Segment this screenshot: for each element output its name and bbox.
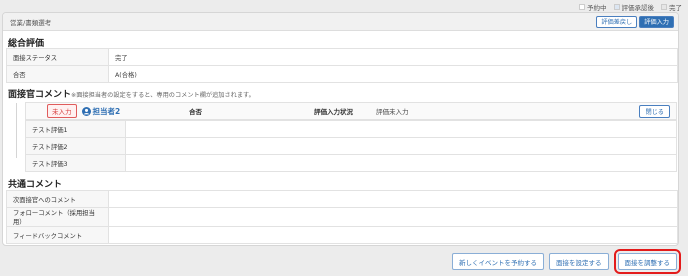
row-value xyxy=(108,207,678,227)
legend-swatch xyxy=(579,4,585,10)
row-value xyxy=(108,226,678,244)
panel-title: 営業/書類選考 xyxy=(10,18,52,27)
row-value: A(合格) xyxy=(108,65,678,83)
panel-header: 営業/書類選考 評価差戻し 評価入力 xyxy=(3,13,678,31)
evaluation-status-value: 評価未入力 xyxy=(376,108,409,116)
common-comment-title: 共通コメント xyxy=(8,180,63,190)
row-value xyxy=(108,190,678,208)
legend-label: 完了 xyxy=(669,4,682,12)
row-label: 面接ステータス xyxy=(6,48,109,66)
adjust-interview-button[interactable]: 面接を調整する xyxy=(613,249,681,274)
row-label: フィードバックコメント xyxy=(6,226,109,244)
row-value xyxy=(125,137,677,155)
legend-label: 評価承認後 xyxy=(621,4,655,12)
set-interview-button[interactable]: 面接を設定する xyxy=(549,253,609,270)
status-legend: 予約中 評価承認後 完了 xyxy=(579,2,682,12)
row-value: 完了 xyxy=(108,48,678,66)
interviewer-block: 未入力 担当者2 合否 評価入力状況 評価未入力 閉じる テスト評価1 テスト評… xyxy=(25,102,677,172)
legend-item-approved: 評価承認後 xyxy=(613,2,655,12)
person-icon xyxy=(81,106,91,116)
row-label: 合否 xyxy=(6,65,109,83)
interviewer-comment-heading: 面接官コメント xyxy=(8,90,72,100)
legend-label: 予約中 xyxy=(587,4,607,12)
header-buttons: 評価差戻し 評価入力 xyxy=(596,15,674,28)
legend-swatch xyxy=(661,4,667,10)
interviewer-name-link[interactable]: 担当者2 xyxy=(93,106,121,117)
overall-evaluation-table: 面接ステータス 完了 合否 A(合格) xyxy=(6,48,678,83)
row-label: フォローコメント（採用担当用） xyxy=(6,207,109,227)
status-badge: 未入力 xyxy=(47,104,77,118)
table-row: テスト評価3 xyxy=(25,154,677,172)
legend-swatch xyxy=(613,4,620,10)
result-label: 合否 xyxy=(189,108,202,116)
interviewer-evaluation-table: テスト評価1 テスト評価2 テスト評価3 xyxy=(25,120,677,172)
new-event-button[interactable]: 新しくイベントを予約する xyxy=(452,253,544,270)
row-value xyxy=(125,120,677,138)
row-label: テスト評価1 xyxy=(25,120,126,138)
interviewer-header: 未入力 担当者2 合否 評価入力状況 評価未入力 閉じる xyxy=(25,102,677,120)
interviewer-comment-title: 面接官コメント※面接担当者の設定をすると、専用のコメント欄が追加されます。 xyxy=(8,87,255,100)
table-row: 次面接官へのコメント xyxy=(6,190,678,208)
legend-item-done: 完了 xyxy=(661,2,682,12)
table-row: 面接ステータス 完了 xyxy=(6,48,678,66)
close-button[interactable]: 閉じる xyxy=(639,104,670,118)
evaluation-input-button[interactable]: 評価入力 xyxy=(639,15,674,28)
common-comment-table: 次面接官へのコメント フォローコメント（採用担当用） フィードバックコメント xyxy=(6,190,678,244)
interviewer-comment-note: ※面接担当者の設定をすると、専用のコメント欄が追加されます。 xyxy=(71,92,255,99)
tree-connector-line xyxy=(16,103,17,158)
legend-item-reserved: 予約中 xyxy=(579,2,607,12)
table-row: フィードバックコメント xyxy=(6,226,678,244)
table-row: テスト評価1 xyxy=(25,120,677,138)
table-row: テスト評価2 xyxy=(25,137,677,155)
row-label: 次面接官へのコメント xyxy=(6,190,109,208)
selection-panel: 営業/書類選考 評価差戻し 評価入力 総合評価 面接ステータス 完了 合否 A(… xyxy=(2,12,679,246)
footer-actions: 新しくイベントを予約する 面接を設定する 面接を調整する xyxy=(452,249,681,274)
table-row: 合否 A(合格) xyxy=(6,65,678,83)
row-label: テスト評価3 xyxy=(25,154,126,172)
table-row: フォローコメント（採用担当用） xyxy=(6,207,678,227)
evaluation-return-button[interactable]: 評価差戻し xyxy=(596,15,638,28)
row-value xyxy=(125,154,677,172)
evaluation-status-label: 評価入力状況 xyxy=(314,108,353,116)
row-label: テスト評価2 xyxy=(25,137,126,155)
